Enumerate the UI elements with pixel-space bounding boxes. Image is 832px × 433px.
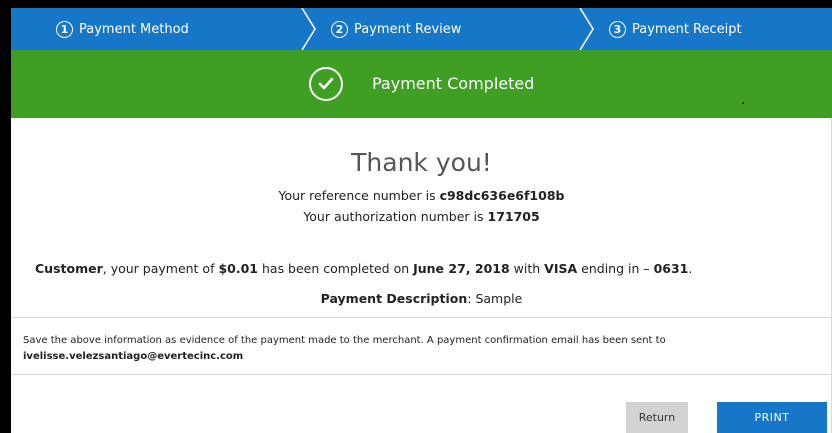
summary-text: with — [509, 261, 545, 276]
return-button[interactable]: Return — [626, 402, 688, 433]
confirmation-notice: Save the above information as evidence o… — [23, 333, 823, 365]
summary-text: . — [688, 261, 693, 276]
step-payment-method[interactable]: 1 Payment Method — [56, 8, 189, 50]
payment-completed-banner: Payment Completed — [11, 50, 832, 118]
description-label: Payment Description — [320, 291, 468, 306]
decorative-dot — [742, 102, 744, 104]
step-label: Payment Receipt — [632, 21, 742, 37]
payment-receipt-panel: 1 Payment Method 2 Payment Review 3 Paym… — [11, 8, 832, 433]
payment-date: June 27, 2018 — [413, 261, 510, 276]
banner-title: Payment Completed — [372, 74, 535, 93]
authorization-number: 171705 — [487, 209, 540, 224]
chevron-right-icon — [301, 8, 316, 50]
card-last-four: 0631 — [653, 261, 689, 276]
thank-you-heading: Thank you! — [351, 148, 492, 177]
divider — [11, 374, 832, 375]
payment-description: Payment Description: Sample — [11, 291, 832, 306]
reference-prefix: Your reference number is — [278, 188, 440, 203]
step-payment-review[interactable]: 2 Payment Review — [331, 8, 461, 50]
app-frame: 1 Payment Method 2 Payment Review 3 Paym… — [0, 0, 832, 433]
window-border-left — [0, 0, 11, 433]
window-border-top — [11, 0, 832, 8]
authorization-line: Your authorization number is 171705 — [11, 209, 832, 224]
notice-email: ivelisse.velezsantiago@evertecinc.com — [23, 351, 244, 362]
reference-number: c98dc636e6f108b — [439, 188, 565, 203]
chevron-right-icon — [579, 8, 594, 50]
notice-text: Save the above information as evidence o… — [23, 335, 666, 346]
step-payment-receipt[interactable]: 3 Payment Receipt — [609, 8, 742, 50]
step-label: Payment Review — [354, 21, 462, 37]
summary-text: , your payment of — [102, 261, 219, 276]
step-number-3: 3 — [609, 20, 626, 38]
checkmark-icon — [318, 77, 334, 90]
description-value: Sample — [475, 291, 523, 306]
authorization-prefix: Your authorization number is — [303, 209, 488, 224]
reference-line: Your reference number is c98dc636e6f108b — [11, 188, 832, 203]
step-number-2: 2 — [331, 20, 348, 38]
check-circle-icon — [309, 67, 343, 101]
divider — [11, 317, 832, 318]
payment-summary: Customer, your payment of $0.01 has been… — [35, 261, 692, 276]
payment-amount: $0.01 — [218, 261, 259, 276]
summary-text: ending in – — [577, 261, 654, 276]
progress-steps: 1 Payment Method 2 Payment Review 3 Paym… — [11, 8, 832, 50]
print-button[interactable]: PRINT — [717, 402, 827, 433]
card-brand: VISA — [544, 261, 578, 276]
summary-text: has been completed on — [258, 261, 414, 276]
step-label: Payment Method — [79, 21, 189, 37]
step-number-1: 1 — [56, 20, 73, 38]
customer-label: Customer — [35, 261, 103, 276]
